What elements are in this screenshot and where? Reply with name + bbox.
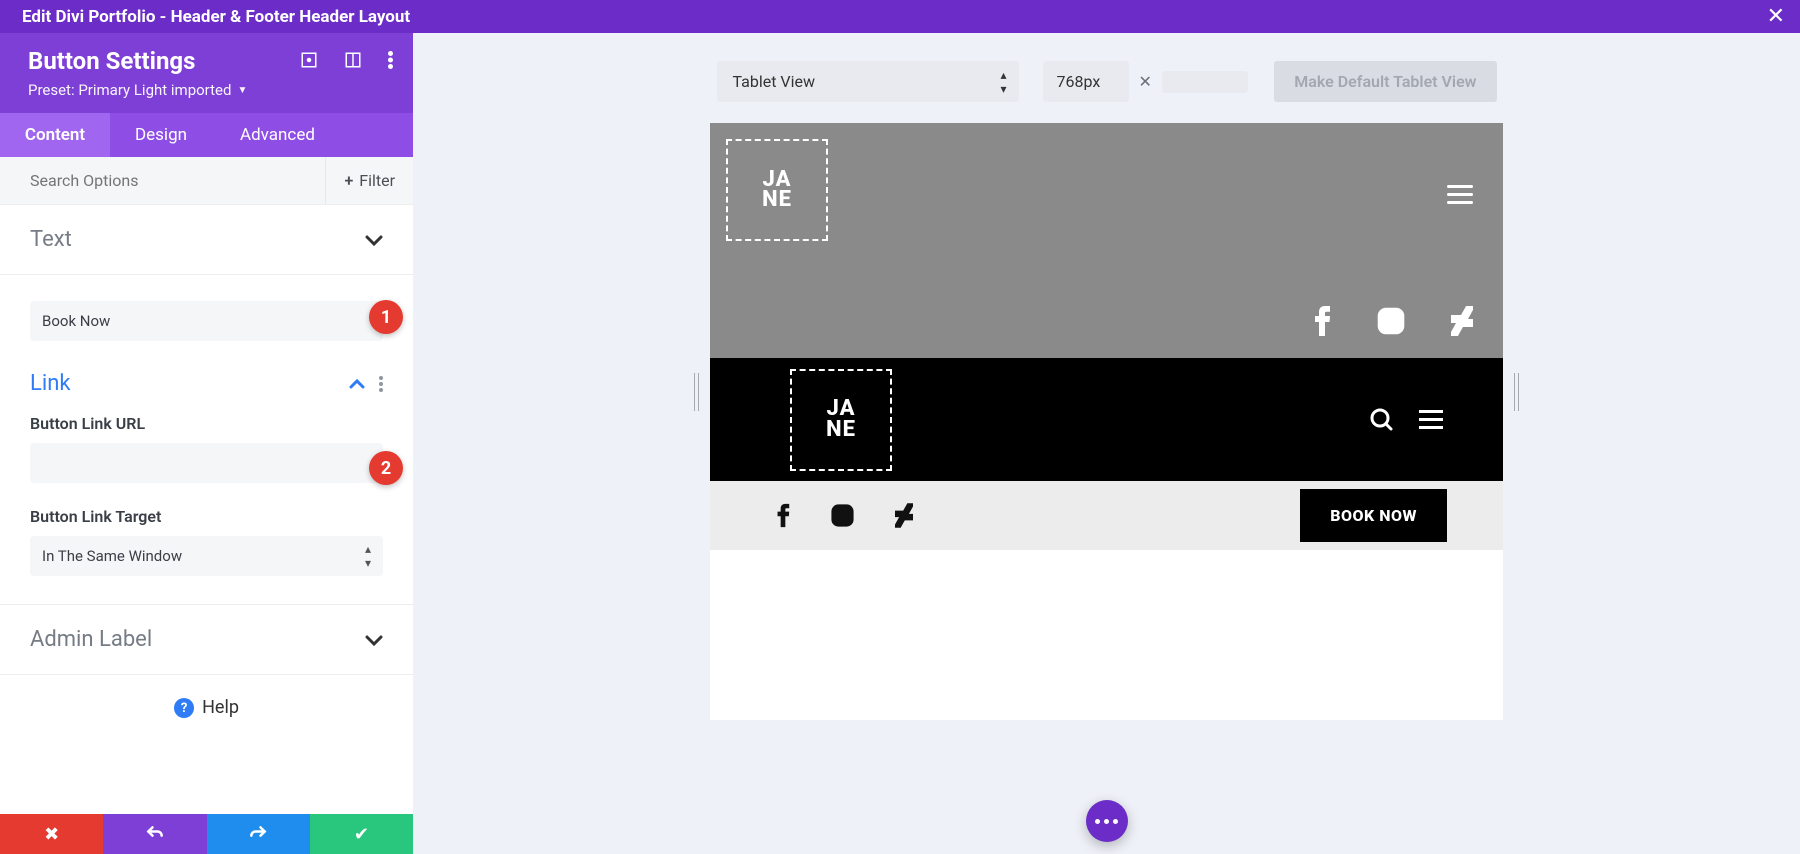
section-more-icon[interactable] — [379, 376, 383, 392]
redo-button[interactable] — [207, 814, 310, 854]
search-icon[interactable] — [1369, 407, 1395, 433]
undo-button[interactable] — [103, 814, 206, 854]
tab-advanced[interactable]: Advanced — [212, 113, 413, 157]
expand-icon[interactable] — [300, 51, 318, 69]
link-url-input[interactable] — [30, 443, 383, 483]
fab-more-button[interactable] — [1086, 800, 1128, 842]
by-separator: ✕ — [1139, 72, 1152, 91]
help-button[interactable]: ?Help — [0, 675, 413, 740]
hamburger-icon[interactable] — [1447, 185, 1473, 204]
button-text-input[interactable] — [30, 301, 383, 341]
page-title: Edit Divi Portfolio - Header & Footer He… — [22, 7, 410, 27]
cancel-button[interactable]: ✖ — [0, 814, 103, 854]
deviantart-icon[interactable] — [1451, 306, 1473, 336]
resize-handle-right[interactable] — [1514, 373, 1519, 411]
facebook-icon[interactable] — [1313, 306, 1331, 336]
tab-content[interactable]: Content — [0, 113, 110, 157]
resize-handle-left[interactable] — [694, 373, 699, 411]
section-text[interactable]: Text — [0, 205, 413, 275]
preset-dropdown[interactable]: Preset: Primary Light imported ▼ — [28, 81, 385, 99]
preview-canvas: Tablet View ▴▾ 768px ✕ Make Default Tabl… — [413, 33, 1800, 854]
caret-down-icon: ▼ — [237, 85, 247, 96]
instagram-icon[interactable] — [1376, 306, 1406, 336]
width-input[interactable]: 768px — [1043, 61, 1129, 102]
save-button[interactable]: ✔ — [310, 814, 413, 854]
close-icon[interactable]: ✕ — [1767, 6, 1785, 28]
make-default-button[interactable]: Make Default Tablet View — [1274, 61, 1496, 102]
help-icon: ? — [174, 698, 194, 718]
chevron-down-icon — [365, 234, 383, 246]
section-link[interactable]: Link — [0, 365, 413, 414]
annotation-1: 1 — [369, 300, 403, 334]
height-input[interactable] — [1162, 71, 1248, 93]
settings-sidebar: Button Settings Preset: Primary Light im… — [0, 33, 413, 854]
select-updown-icon: ▴▾ — [1000, 68, 1006, 96]
hero-section: JANE — [710, 123, 1503, 358]
content-area — [710, 550, 1503, 720]
tab-design[interactable]: Design — [110, 113, 212, 157]
link-url-label: Button Link URL — [30, 414, 383, 433]
columns-icon[interactable] — [344, 51, 362, 69]
nav-logo[interactable]: JANE — [790, 369, 892, 471]
annotation-2: 2 — [369, 451, 403, 485]
preview-stage: JANE JANE — [710, 123, 1503, 854]
navbar-section: JANE — [710, 358, 1503, 481]
hamburger-icon[interactable] — [1419, 410, 1443, 429]
more-icon[interactable] — [388, 51, 393, 69]
chevron-up-icon — [349, 379, 365, 389]
link-target-select[interactable] — [30, 536, 383, 576]
book-now-button[interactable]: BOOK NOW — [1300, 489, 1447, 542]
search-input[interactable] — [0, 157, 325, 204]
chevron-down-icon — [365, 634, 383, 646]
view-select[interactable]: Tablet View ▴▾ — [717, 61, 1019, 102]
instagram-icon[interactable] — [830, 503, 855, 528]
facebook-icon[interactable] — [776, 503, 790, 528]
deviantart-icon[interactable] — [895, 503, 913, 528]
cta-row: BOOK NOW — [710, 481, 1503, 550]
filter-button[interactable]: +Filter — [325, 157, 413, 204]
hero-logo[interactable]: JANE — [726, 139, 828, 241]
section-admin-label[interactable]: Admin Label — [0, 605, 413, 675]
link-target-label: Button Link Target — [30, 507, 383, 526]
